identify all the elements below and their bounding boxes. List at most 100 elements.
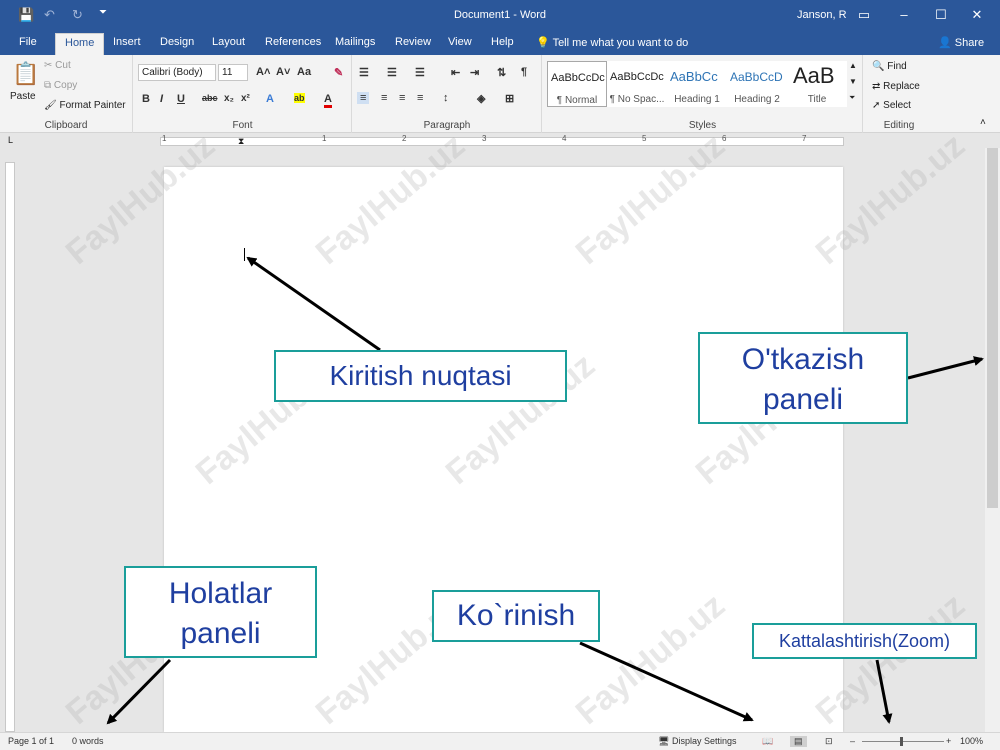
select-button[interactable]: ➚ Select: [872, 100, 911, 111]
tab-help[interactable]: Help: [491, 36, 514, 48]
multilevel-list-icon[interactable]: ☰: [415, 66, 425, 79]
style-normal[interactable]: AaBbCcDc ¶ Normal: [547, 61, 607, 107]
replace-icon: ⇄: [872, 81, 881, 92]
font-name-combo[interactable]: Calibri (Body): [138, 64, 216, 81]
scrollbar-thumb[interactable]: [987, 148, 998, 508]
format-painter-label: Format Painter: [59, 100, 126, 111]
minimize-icon[interactable]: –: [894, 5, 914, 25]
user-name[interactable]: Janson, R: [797, 9, 847, 21]
horizontal-ruler: L 1 1 2 3 4 5 6 7 ⧗: [0, 134, 1000, 148]
tab-review[interactable]: Review: [395, 36, 431, 48]
strikethrough-icon[interactable]: abc: [202, 93, 218, 103]
decrease-indent-icon[interactable]: ⇤: [451, 66, 460, 79]
paste-icon[interactable]: 📋: [12, 61, 39, 87]
zoom-out-icon[interactable]: –: [850, 736, 855, 746]
tab-file[interactable]: File: [19, 36, 37, 48]
styles-scroll-down-icon[interactable]: ▼: [849, 77, 857, 86]
format-painter-button[interactable]: 🖌 Format Painter: [44, 100, 126, 111]
ruler-bar: [160, 137, 844, 146]
increase-indent-icon[interactable]: ⇥: [470, 66, 479, 79]
subscript-icon[interactable]: x₂: [224, 93, 234, 104]
ruler-number: 1: [162, 134, 167, 143]
style-title[interactable]: AaB Title: [787, 61, 847, 107]
ribbon-tabs: File Home Insert Design Layout Reference…: [0, 31, 1000, 55]
tab-view[interactable]: View: [448, 36, 472, 48]
ruler-number: 6: [722, 134, 727, 143]
superscript-icon[interactable]: x²: [241, 93, 250, 104]
highlight-icon[interactable]: ab: [294, 93, 305, 103]
tab-insert[interactable]: Insert: [113, 36, 141, 48]
font-color-icon[interactable]: A: [324, 93, 332, 108]
web-layout-icon[interactable]: ⊡: [825, 736, 833, 747]
indent-marker-icon[interactable]: ⧗: [238, 136, 244, 147]
arrow-scroll-panel: [907, 356, 984, 380]
ribbon-display-icon[interactable]: ▭: [854, 5, 874, 25]
tab-layout[interactable]: Layout: [212, 36, 245, 48]
clear-formatting-icon[interactable]: ✎: [334, 66, 343, 79]
line-spacing-icon[interactable]: ↕: [443, 92, 449, 104]
find-button[interactable]: 🔍 Find: [872, 61, 907, 72]
ribbon: 📋 Paste ✂ Cut ⧉ Copy 🖌 Format Painter Cl…: [0, 55, 1000, 133]
change-case-icon[interactable]: Aa: [297, 66, 311, 78]
word-count[interactable]: 0 words: [72, 736, 104, 746]
zoom-slider-thumb[interactable]: [900, 737, 903, 746]
show-marks-icon[interactable]: ¶: [521, 66, 527, 78]
read-mode-icon[interactable]: 📖: [762, 736, 773, 747]
insertion-cursor: [244, 248, 245, 261]
shrink-font-icon[interactable]: A˅: [276, 66, 290, 78]
style-sample: AaBbCcDc: [551, 72, 605, 84]
borders-icon[interactable]: ⊞: [505, 92, 514, 105]
monitor-icon: 🖥: [658, 736, 670, 746]
tell-me-box[interactable]: 💡 Tell me what you want to do: [536, 36, 688, 49]
styles-scroll-up-icon[interactable]: ▲: [849, 61, 857, 70]
paste-button[interactable]: Paste: [10, 91, 36, 102]
text-effects-icon[interactable]: A: [266, 93, 274, 105]
style-heading-1[interactable]: AaBbCc Heading 1: [667, 61, 727, 107]
style-sample: AaB: [793, 63, 835, 88]
underline-icon[interactable]: U: [177, 93, 185, 105]
maximize-icon[interactable]: ☐: [931, 5, 951, 25]
tab-references[interactable]: References: [265, 36, 321, 48]
grow-font-icon[interactable]: A˄: [256, 66, 270, 78]
zoom-in-icon[interactable]: +: [946, 736, 951, 746]
cut-label: Cut: [55, 60, 71, 71]
print-layout-icon[interactable]: ▤: [790, 736, 807, 747]
person-icon: 👤: [938, 37, 952, 49]
clipboard-label: Clipboard: [44, 120, 88, 131]
tab-mailings[interactable]: Mailings: [335, 36, 375, 48]
styles-label: Styles: [688, 120, 717, 131]
zoom-level[interactable]: 100%: [960, 736, 983, 746]
close-icon[interactable]: ✕: [967, 5, 987, 25]
style-no-spacing[interactable]: AaBbCcDc ¶ No Spac...: [607, 61, 667, 107]
font-size-combo[interactable]: 11: [218, 64, 248, 81]
align-left-icon[interactable]: ≡: [357, 92, 370, 104]
styles-group: AaBbCcDc ¶ Normal AaBbCcDc ¶ No Spac... …: [543, 55, 863, 133]
ruler-number: 5: [642, 134, 647, 143]
shading-icon[interactable]: ◈: [477, 92, 485, 105]
page-count[interactable]: Page 1 of 1: [8, 736, 54, 746]
cut-button[interactable]: ✂ Cut: [44, 60, 71, 71]
zoom-slider[interactable]: [862, 741, 944, 742]
display-settings-button[interactable]: 🖥 Display Settings: [658, 736, 736, 747]
replace-button[interactable]: ⇄ Replace: [872, 81, 920, 92]
bold-icon[interactable]: B: [142, 93, 150, 105]
callout-view: Ko`rinish: [432, 590, 600, 642]
style-name: Title: [807, 94, 827, 105]
align-center-icon[interactable]: ≡: [381, 92, 387, 104]
copy-button[interactable]: ⧉ Copy: [44, 80, 77, 91]
justify-icon[interactable]: ≡: [417, 92, 423, 104]
bullets-icon[interactable]: ☰: [359, 66, 369, 79]
styles-more-icon[interactable]: ⏷: [849, 93, 855, 103]
align-right-icon[interactable]: ≡: [399, 92, 405, 104]
tab-home[interactable]: Home: [55, 33, 105, 55]
sort-icon[interactable]: ⇅: [497, 66, 506, 79]
numbering-icon[interactable]: ☰: [387, 66, 397, 79]
share-button[interactable]: 👤 Share: [938, 36, 984, 49]
copy-icon: ⧉: [44, 80, 52, 91]
style-heading-2[interactable]: AaBbCcD Heading 2: [727, 61, 787, 107]
tab-selector-icon[interactable]: L: [8, 135, 13, 145]
tab-design[interactable]: Design: [160, 36, 194, 48]
callout-scroll-panel: O'tkazish paneli: [698, 332, 908, 424]
italic-icon[interactable]: I: [160, 93, 163, 105]
collapse-ribbon-icon[interactable]: ˄: [980, 117, 986, 128]
